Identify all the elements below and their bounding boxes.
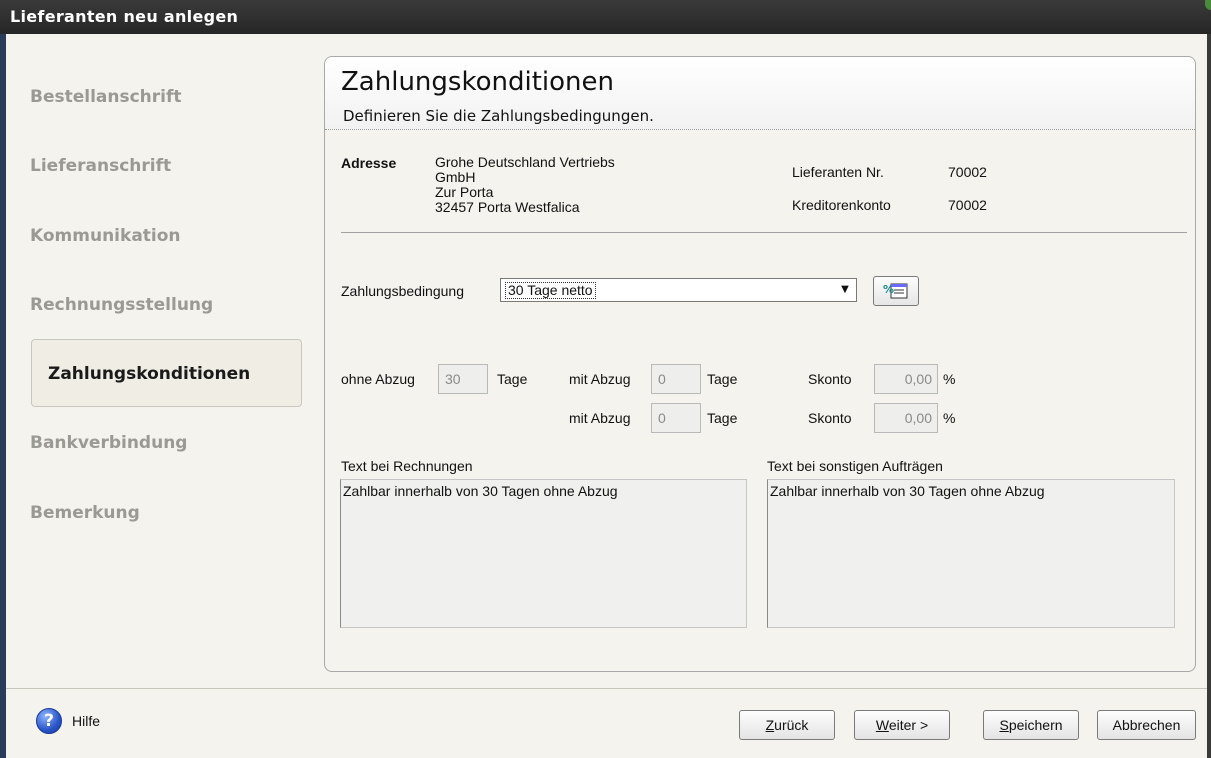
skonto-label: Skonto	[808, 410, 852, 426]
percent-label: %	[943, 371, 956, 387]
other-orders-text-area[interactable]: Zahlbar innerhalb von 30 Tagen ohne Abzu…	[767, 479, 1175, 628]
ohne-abzug-days-value: 30	[445, 371, 461, 387]
cancel-button[interactable]: Abbrechen	[1097, 710, 1196, 740]
chevron-down-icon[interactable]: ▼	[836, 281, 854, 299]
address-line: Zur Porta	[435, 184, 494, 200]
payment-condition-value: 30 Tage netto	[505, 282, 596, 299]
save-accelerator: S	[999, 717, 1009, 733]
ohne-abzug-days-input[interactable]: 30	[438, 364, 488, 394]
window-corner-icon	[1205, 0, 1211, 10]
page-title: Zahlungskonditionen	[341, 67, 614, 97]
skonto-label: Skonto	[808, 371, 852, 387]
ohne-abzug-label: ohne Abzug	[341, 371, 415, 387]
address-line: GmbH	[435, 169, 476, 185]
save-label: peichern	[1008, 717, 1063, 733]
mit-abzug-days-value: 0	[658, 410, 666, 426]
edit-conditions-button[interactable]: %	[873, 276, 919, 306]
skonto-value: 0,00	[904, 371, 932, 387]
skonto-input-1[interactable]: 0,00	[874, 364, 938, 394]
percent-label: %	[943, 410, 956, 426]
sidebar-item-bankverbindung[interactable]: Bankverbindung	[30, 433, 187, 453]
back-accelerator: Z	[765, 717, 775, 733]
percent-calendar-icon: %	[883, 283, 908, 299]
next-button[interactable]: Weiter >	[854, 710, 950, 740]
back-button[interactable]: Zurück	[739, 710, 835, 740]
days-label: Tage	[707, 371, 738, 387]
sidebar-item-bemerkung[interactable]: Bemerkung	[30, 503, 140, 523]
save-button[interactable]: Speichern	[983, 710, 1079, 740]
invoice-text-label: Text bei Rechnungen	[341, 458, 473, 474]
svg-text:%: %	[883, 283, 894, 296]
sidebar-item-zahlungskonditionen[interactable]: Zahlungskonditionen	[31, 339, 302, 407]
sidebar-item-lieferanschrift[interactable]: Lieferanschrift	[30, 156, 171, 176]
page-subtitle: Definieren Sie die Zahlungsbedingungen.	[343, 107, 654, 125]
supplier-number-value: 70002	[948, 164, 987, 180]
supplier-number-label: Lieferanten Nr.	[792, 164, 884, 180]
invoice-text-value: Zahlbar innerhalb von 30 Tagen ohne Abzu…	[343, 483, 618, 499]
other-orders-text-value: Zahlbar innerhalb von 30 Tagen ohne Abzu…	[770, 483, 1045, 499]
sidebar-item-label: Zahlungskonditionen	[48, 364, 251, 384]
sidebar-item-rechnungsstellung[interactable]: Rechnungsstellung	[30, 295, 213, 315]
address-line: 32457 Porta Westfalica	[435, 199, 580, 215]
address-block: Grohe Deutschland Vertriebs GmbH Zur Por…	[435, 155, 635, 227]
payment-condition-select[interactable]: 30 Tage netto ▼	[500, 278, 857, 302]
mit-abzug-days-value: 0	[658, 371, 666, 387]
invoice-text-area[interactable]: Zahlbar innerhalb von 30 Tagen ohne Abzu…	[340, 479, 747, 628]
sidebar-item-bestellanschrift[interactable]: Bestellanschrift	[30, 87, 182, 107]
address-line: Grohe Deutschland Vertriebs	[435, 155, 615, 170]
back-label: urück	[774, 717, 809, 733]
next-accelerator: W	[875, 717, 889, 733]
window-title: Lieferanten neu anlegen	[10, 7, 239, 26]
sidebar-item-kommunikation[interactable]: Kommunikation	[30, 226, 181, 246]
days-label: Tage	[707, 410, 738, 426]
window-right-edge	[1207, 34, 1211, 758]
days-label: Tage	[497, 371, 528, 387]
mit-abzug-days-input-1[interactable]: 0	[651, 364, 701, 394]
skonto-value: 0,00	[904, 410, 932, 426]
mit-abzug-label: mit Abzug	[569, 371, 631, 387]
separator	[341, 232, 1187, 233]
panel-header: Zahlungskonditionen Definieren Sie die Z…	[325, 57, 1195, 130]
creditor-account-label: Kreditorenkonto	[792, 197, 891, 213]
payment-condition-label: Zahlungsbedingung	[341, 283, 464, 299]
mit-abzug-label: mit Abzug	[569, 410, 631, 426]
footer-separator	[6, 688, 1207, 689]
address-label: Adresse	[341, 155, 397, 171]
creditor-account-value: 70002	[948, 197, 987, 213]
window-left-edge	[0, 34, 6, 758]
next-label: eiter >	[888, 717, 929, 733]
other-orders-text-label: Text bei sonstigen Aufträgen	[767, 458, 943, 474]
window-titlebar: Lieferanten neu anlegen	[0, 0, 1211, 34]
help-icon[interactable]: ?	[36, 708, 62, 734]
content-panel: Zahlungskonditionen Definieren Sie die Z…	[324, 56, 1196, 672]
help-label[interactable]: Hilfe	[72, 713, 100, 729]
mit-abzug-days-input-2[interactable]: 0	[651, 403, 701, 433]
skonto-input-2[interactable]: 0,00	[874, 403, 938, 433]
